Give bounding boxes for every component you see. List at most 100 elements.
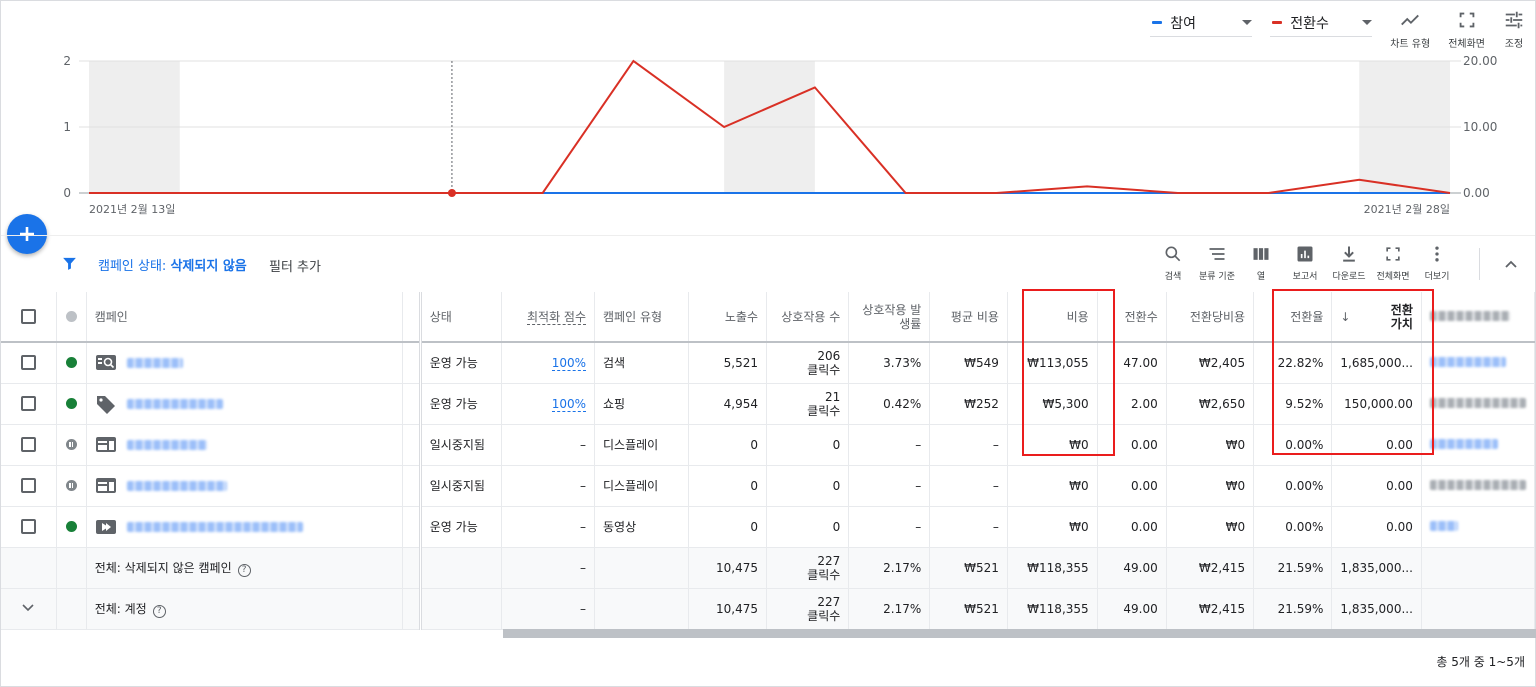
col-conversions[interactable]: 전환수 bbox=[1097, 292, 1167, 343]
cost-per-conv-cell: ₩0 bbox=[1166, 424, 1255, 466]
col-campaign-type[interactable]: 캠페인 유형 bbox=[594, 292, 690, 343]
col-conv-rate[interactable]: 전환율 bbox=[1253, 292, 1333, 343]
help-icon[interactable]: ? bbox=[152, 604, 166, 618]
row-checkbox-cell[interactable] bbox=[1, 383, 57, 425]
row-checkbox[interactable] bbox=[20, 355, 36, 371]
conversions-cell: 0.00 bbox=[1097, 506, 1167, 548]
total-interaction-rate-cell: 2.17% bbox=[848, 588, 931, 630]
empty-cell bbox=[56, 588, 87, 630]
row-status-dot-cell bbox=[56, 465, 87, 507]
opt-score-link[interactable]: 100% bbox=[551, 355, 587, 371]
campaign-name-redacted[interactable] bbox=[126, 357, 183, 368]
paused-status-icon bbox=[65, 480, 77, 491]
left-axis-tick: 2 bbox=[63, 54, 71, 68]
metric-select-2[interactable]: 전환수 bbox=[1270, 9, 1373, 37]
table-row[interactable]: 운영 가능 – 동영상 0 0 – – ₩0 0.00 ₩0 0.00% 0.0… bbox=[1, 506, 1536, 548]
row-checkbox-cell[interactable] bbox=[1, 424, 57, 466]
chart-adjust-label: 조정 bbox=[1504, 39, 1524, 50]
conv-value-cell: 0.00 bbox=[1331, 424, 1422, 466]
campaign-name-redacted[interactable] bbox=[126, 521, 303, 532]
total-label: 전체: 삭제되지 않은 캠페인 bbox=[94, 560, 232, 575]
empty-cell bbox=[1421, 547, 1536, 589]
table-row[interactable]: 일시중지됨 – 디스플레이 0 0 – – ₩0 0.00 ₩0 0.00% 0… bbox=[1, 424, 1536, 466]
col-interaction-rate[interactable]: 상호작용 발생률 bbox=[848, 292, 931, 343]
col-campaign[interactable]: 캠페인 bbox=[86, 292, 403, 343]
col-conv-value[interactable]: ↓ 전환 가치 bbox=[1331, 292, 1422, 343]
table-row[interactable]: 운영 가능 100% 검색 5,521 206 클릭수 3.73% ₩549 ₩1… bbox=[1, 342, 1536, 384]
interaction-rate-cell: 3.73% bbox=[848, 342, 931, 384]
conversions-cell: 0.00 bbox=[1097, 424, 1167, 466]
campaign-name-redacted[interactable] bbox=[126, 439, 207, 450]
total-opt-cell: – bbox=[501, 588, 596, 630]
toolbar-fullscreen-button[interactable]: 전체화면 bbox=[1371, 244, 1415, 282]
conv-value-cell: 1,685,000... bbox=[1331, 342, 1422, 384]
campaign-name-cell[interactable] bbox=[86, 506, 403, 548]
select-all-header[interactable] bbox=[1, 292, 57, 343]
campaign-name-cell[interactable] bbox=[86, 424, 403, 466]
chart-fullscreen-label: 전체화면 bbox=[1448, 39, 1485, 50]
row-checkbox[interactable] bbox=[20, 519, 36, 534]
col-extra[interactable] bbox=[1421, 292, 1536, 343]
toolbar-download-button[interactable]: 다운로드 bbox=[1327, 244, 1371, 282]
opt-score-link[interactable]: 100% bbox=[551, 396, 587, 412]
row-checkbox[interactable] bbox=[20, 478, 36, 493]
redacted-header bbox=[1429, 310, 1510, 321]
row-checkbox[interactable] bbox=[20, 396, 36, 411]
chevron-up-icon[interactable] bbox=[1503, 256, 1519, 272]
interactions-value: 0 bbox=[832, 519, 841, 534]
row-checkbox-cell[interactable] bbox=[1, 506, 57, 548]
campaign-name-redacted[interactable] bbox=[126, 480, 227, 491]
toolbar-segment-button[interactable]: 분류 기준 bbox=[1195, 244, 1239, 282]
table-row[interactable]: 일시중지됨 – 디스플레이 0 0 – – ₩0 0.00 ₩0 0.00% 0… bbox=[1, 465, 1536, 507]
row-checkbox-cell[interactable] bbox=[1, 342, 57, 384]
toolbar-more-button[interactable]: 더보기 bbox=[1415, 244, 1459, 282]
row-checkbox-cell[interactable] bbox=[1, 465, 57, 507]
redacted-value bbox=[1429, 479, 1526, 490]
col-avg-cost[interactable]: 평균 비용 bbox=[929, 292, 1008, 343]
row-checkbox[interactable] bbox=[20, 437, 36, 452]
arrow-down-icon: ↓ bbox=[1340, 309, 1351, 324]
conv-rate-cell: 0.00% bbox=[1253, 465, 1333, 507]
chart-type-button[interactable]: 차트 유형 bbox=[1390, 9, 1430, 50]
help-icon[interactable]: ? bbox=[237, 563, 251, 577]
chart-type-label: 차트 유형 bbox=[1390, 39, 1431, 50]
col-impressions[interactable]: 노출수 bbox=[688, 292, 767, 343]
chart-fullscreen-button[interactable]: 전체화면 bbox=[1448, 9, 1485, 50]
chart-adjust-button[interactable]: 조정 bbox=[1503, 9, 1525, 50]
interaction-rate-cell: 0.42% bbox=[848, 383, 931, 425]
total-cost-cell: ₩118,355 bbox=[1007, 588, 1098, 630]
table-row[interactable]: 운영 가능 100% 쇼핑 4,954 21 클릭수 0.42% ₩252 ₩5,… bbox=[1, 383, 1536, 425]
select-all-checkbox[interactable] bbox=[20, 309, 36, 324]
filter-bar: 캠페인 상태: 삭제되지 않음 필터 추가 검색 분류 기준 열 보고서 다운로드 전체화… bbox=[1, 235, 1535, 291]
col-cost-per-conv[interactable]: 전환당비용 bbox=[1166, 292, 1255, 343]
col-status[interactable]: 상태 bbox=[420, 292, 502, 343]
chevron-down-icon bbox=[1362, 20, 1373, 25]
campaign-type-cell: 쇼핑 bbox=[594, 383, 690, 425]
chevron-down-icon[interactable] bbox=[21, 600, 35, 614]
toolbar-label: 분류 기준 bbox=[1199, 272, 1235, 282]
toolbar-search-button[interactable]: 검색 bbox=[1151, 244, 1195, 282]
col-opt-score[interactable]: 최적화 점수 bbox=[501, 292, 596, 343]
toolbar-columns-button[interactable]: 열 bbox=[1239, 244, 1283, 282]
add-filter-button[interactable]: 필터 추가 bbox=[269, 256, 321, 275]
metric-select-1[interactable]: 참여 bbox=[1150, 9, 1253, 37]
campaign-name-redacted[interactable] bbox=[126, 398, 223, 409]
toolbar-label: 전체화면 bbox=[1376, 272, 1410, 282]
video-campaign-icon bbox=[95, 520, 116, 534]
campaign-name-cell[interactable] bbox=[86, 465, 403, 507]
campaign-name-cell[interactable] bbox=[86, 383, 403, 425]
campaign-name-cell[interactable] bbox=[86, 342, 403, 384]
avg-cost-cell: – bbox=[929, 424, 1008, 466]
interactions-cell: 0 bbox=[766, 424, 850, 466]
col-interactions[interactable]: 상호작용 수 bbox=[766, 292, 850, 343]
col-cost[interactable]: 비용 bbox=[1007, 292, 1098, 343]
col-opt-score-label: 최적화 점수 bbox=[527, 310, 587, 325]
toolbar-report-button[interactable]: 보고서 bbox=[1283, 244, 1327, 282]
sticky-divider bbox=[402, 342, 422, 384]
extra-cell bbox=[1421, 424, 1536, 466]
interactions-value: 0 bbox=[832, 478, 841, 493]
expand-cell[interactable] bbox=[1, 588, 57, 630]
horizontal-scrollbar[interactable] bbox=[503, 629, 1536, 638]
filter-icon[interactable] bbox=[61, 255, 78, 272]
campaign-status-filter-chip[interactable]: 캠페인 상태: 삭제되지 않음 bbox=[98, 255, 247, 274]
